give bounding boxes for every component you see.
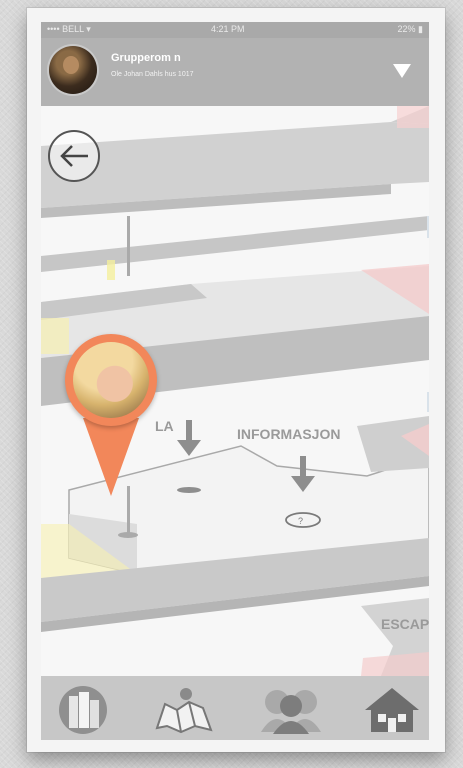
- status-bar: •••• BELL ▾ 4:21 PM 22% ▮: [41, 22, 429, 38]
- battery: 22% ▮: [397, 24, 423, 34]
- back-button[interactable]: [48, 130, 100, 182]
- map-label-information: INFORMASJON: [237, 426, 341, 442]
- pin-tail: [83, 418, 139, 496]
- home-icon: [365, 688, 419, 732]
- building-icon: [59, 686, 107, 734]
- phone-frame: •••• BELL ▾ 4:21 PM 22% ▮ Grupperom n Ol…: [27, 8, 445, 752]
- room-title: Grupperom n: [111, 52, 181, 64]
- dropdown-chevron-icon[interactable]: [393, 64, 411, 78]
- group-avatar[interactable]: [49, 46, 97, 94]
- room-subtitle: Ole Johan Dahls hus 1017: [111, 71, 194, 78]
- back-arrow-icon: [60, 145, 88, 167]
- map-icon: [155, 688, 213, 734]
- tab-map[interactable]: [151, 684, 213, 736]
- user-location-pin[interactable]: [65, 334, 163, 496]
- pin-badge: [65, 334, 157, 426]
- people-icon: [261, 690, 321, 734]
- clock: 4:21 PM: [211, 24, 245, 34]
- app-header: Grupperom n Ole Johan Dahls hus 1017: [41, 38, 429, 106]
- tab-people[interactable]: [255, 684, 321, 736]
- tab-building[interactable]: [55, 684, 115, 736]
- app-screen: •••• BELL ▾ 4:21 PM 22% ▮ Grupperom n Ol…: [41, 22, 429, 740]
- bottom-tab-bar: [41, 676, 429, 740]
- tab-home[interactable]: [361, 684, 421, 736]
- user-photo: [73, 342, 149, 418]
- carrier: •••• BELL ▾: [47, 24, 91, 34]
- svg-text:?: ?: [298, 516, 303, 526]
- map-label-escalator: ESCAP: [381, 616, 429, 632]
